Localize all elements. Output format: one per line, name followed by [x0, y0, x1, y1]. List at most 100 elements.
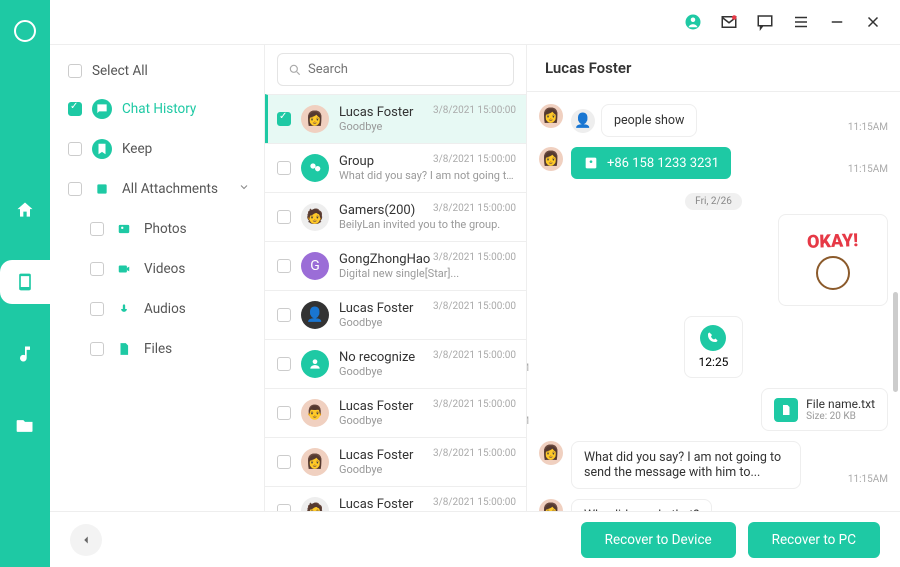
chat-history-label: Chat History: [122, 101, 196, 117]
comment-icon[interactable]: [756, 13, 774, 31]
audios-label: Audios: [144, 301, 186, 317]
avatar: 👩: [539, 499, 563, 511]
all-attachments-row[interactable]: All Attachments: [50, 169, 264, 209]
conversation-item[interactable]: 🧑 Gamers(200)BeilyLan invited you to the…: [265, 192, 526, 241]
checkbox[interactable]: [277, 357, 291, 371]
message-bubble: people show: [601, 104, 697, 137]
file-icon: [774, 398, 798, 422]
conversation-item[interactable]: 🧑 Lucas FosterGoodbye 3/8/2021 15:00:00: [265, 486, 526, 511]
recover-to-pc-button[interactable]: Recover to PC: [748, 522, 880, 558]
checkbox[interactable]: [68, 64, 82, 78]
conversation-item[interactable]: G GongZhongHaoDigital new single[Star]..…: [265, 241, 526, 290]
contact-card[interactable]: +86 158 1233 3231: [571, 147, 731, 179]
close-icon[interactable]: [864, 13, 882, 31]
avatar: [301, 154, 329, 182]
checkbox[interactable]: [68, 142, 82, 156]
checkbox[interactable]: [277, 308, 291, 322]
checkbox[interactable]: [277, 504, 291, 511]
mail-icon[interactable]: [720, 13, 738, 31]
photo-icon: [114, 219, 134, 239]
file-icon: [114, 339, 134, 359]
message-time: 11:15AM: [527, 416, 529, 427]
file-bubble[interactable]: File name.txtSize: 20 KB: [761, 388, 888, 431]
conversation-item[interactable]: No recognizeGoodbye 3/8/2021 15:00:00: [265, 339, 526, 388]
checkbox[interactable]: [90, 342, 104, 356]
checkbox[interactable]: [90, 222, 104, 236]
files-row[interactable]: Files: [50, 329, 264, 369]
message-row: 👩 What did you say? I am not going to se…: [539, 441, 888, 489]
nav-home[interactable]: [0, 188, 50, 232]
attachment-icon: [92, 179, 112, 199]
avatar: [301, 350, 329, 378]
nav-music[interactable]: [0, 332, 50, 376]
checkbox[interactable]: [90, 262, 104, 276]
message-bubble: Why did you do that?: [571, 499, 712, 511]
conversation-item[interactable]: 👤 Lucas FosterGoodbye 3/8/2021 15:00:00: [265, 290, 526, 339]
chat-history-row[interactable]: Chat History: [50, 89, 264, 129]
select-all-row[interactable]: Select All: [50, 53, 264, 89]
checkbox[interactable]: [277, 455, 291, 469]
account-icon[interactable]: [684, 13, 702, 31]
search-box[interactable]: [277, 53, 514, 86]
conversation-scroll[interactable]: 👩 Lucas FosterGoodbye 3/8/2021 15:00:00 …: [265, 94, 526, 511]
conversation-item[interactable]: GroupWhat did you say? I am not going to…: [265, 143, 526, 192]
message-time: 11:15AM: [848, 122, 888, 133]
conversation-item[interactable]: 👩 Lucas FosterGoodbye 3/8/2021 15:00:00: [265, 94, 526, 143]
checkbox[interactable]: [277, 112, 291, 126]
checkbox[interactable]: [68, 182, 82, 196]
date-divider: Fri, 2/26: [539, 189, 888, 208]
videos-row[interactable]: Videos: [50, 249, 264, 289]
checkbox[interactable]: [277, 161, 291, 175]
checkbox[interactable]: [90, 302, 104, 316]
message-row: 👩 Why did you do that? 11:15AM: [539, 499, 888, 511]
avatar: 👩: [301, 105, 329, 133]
keep-label: Keep: [122, 141, 152, 157]
audios-row[interactable]: Audios: [50, 289, 264, 329]
conversation-item[interactable]: 👩 Lucas FosterGoodbye 3/8/2021 15:00:00: [265, 437, 526, 486]
message-row: 👩 +86 158 1233 3231 11:15AM: [539, 147, 888, 179]
phone-icon: [700, 325, 726, 351]
checkbox[interactable]: [277, 210, 291, 224]
avatar: 👩: [539, 147, 563, 171]
avatar: 🧑: [301, 497, 329, 511]
nav-phone[interactable]: [0, 260, 50, 304]
message-row: File name.txtSize: 20 KB 11:15AM: [539, 388, 888, 431]
menu-icon[interactable]: [792, 13, 810, 31]
nav-folder[interactable]: [0, 404, 50, 448]
bookmark-icon: [92, 139, 112, 159]
checkbox[interactable]: [277, 406, 291, 420]
avatar: 🧑: [301, 203, 329, 231]
chat-title: Lucas Foster: [527, 45, 900, 92]
app-logo-icon: [14, 20, 36, 42]
photos-row[interactable]: Photos: [50, 209, 264, 249]
message-row: 👩 👤 people show 11:15AM: [539, 104, 888, 137]
select-all-label: Select All: [92, 63, 148, 79]
avatar: 👩: [539, 104, 563, 128]
nav-rail: [0, 0, 50, 567]
conversation-item[interactable]: 👨 Lucas FosterGoodbye 3/8/2021 15:00:00: [265, 388, 526, 437]
avatar: 👤: [301, 301, 329, 329]
conversation-list: 👩 Lucas FosterGoodbye 3/8/2021 15:00:00 …: [265, 45, 527, 511]
back-button[interactable]: [70, 524, 102, 556]
checkbox[interactable]: [277, 259, 291, 273]
keep-row[interactable]: Keep: [50, 129, 264, 169]
avatar: G: [301, 252, 329, 280]
chat-messages[interactable]: 👩 👤 people show 11:15AM 👩 +86 158 1233 3…: [527, 92, 900, 511]
message-time: 11:15AM: [848, 164, 888, 175]
scrollbar[interactable]: [893, 292, 898, 392]
checkbox[interactable]: [68, 102, 82, 116]
videos-label: Videos: [144, 261, 185, 277]
contact-icon: [583, 155, 599, 171]
avatar: 👨: [301, 399, 329, 427]
call-bubble: 12:25: [684, 316, 744, 378]
recover-to-device-button[interactable]: Recover to Device: [581, 522, 736, 558]
files-label: Files: [144, 341, 172, 357]
minimize-icon[interactable]: [828, 13, 846, 31]
footer: Recover to Device Recover to PC: [50, 511, 900, 567]
search-input[interactable]: [308, 62, 503, 77]
category-sidebar: Select All Chat History Keep All Attachm…: [50, 45, 265, 511]
titlebar: [50, 0, 900, 44]
message-row: 12:25 11:15AM: [539, 316, 888, 378]
chat-icon: [92, 99, 112, 119]
message-time: 11:15AM: [848, 474, 888, 485]
